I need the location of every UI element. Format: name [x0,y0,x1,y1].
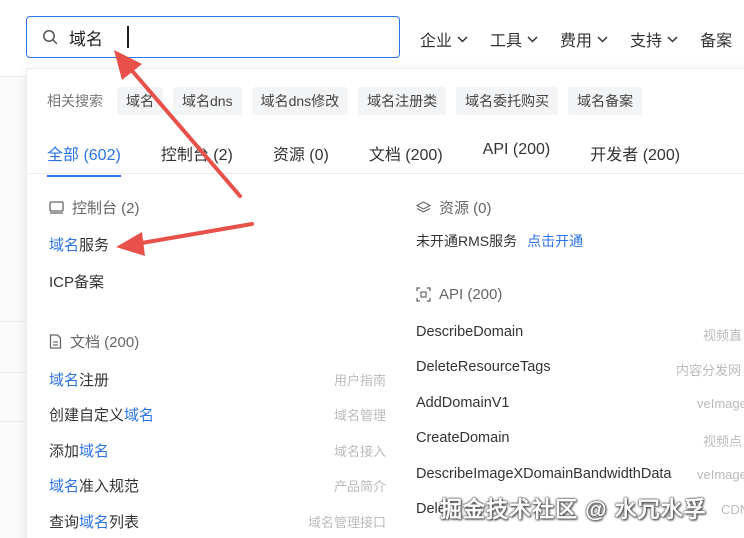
keyword-highlight: 域名 [124,407,155,424]
document-icon [49,334,62,349]
top-nav: 企业 工具 费用 支持 备案 [420,27,744,51]
tab-api[interactable]: API (200) [483,141,551,165]
resources-status: 未开通RMS服务 点击开通 [416,231,583,251]
result-text: 列表 [109,514,140,531]
api-icon [416,287,431,302]
related-tag[interactable]: 域名备案 [568,87,643,115]
chevron-down-icon [457,35,468,43]
result-text: 服务 [79,237,110,254]
search-box[interactable] [26,16,400,58]
api-result-item[interactable]: DescribeDomain [416,324,523,340]
top-bar: 企业 工具 费用 支持 备案 [0,0,744,76]
result-text: 查询 [49,514,80,531]
search-icon [43,30,58,45]
api-category: veImage [697,467,744,482]
api-category: CDN [721,502,744,517]
tab-docs[interactable]: 文档 (200) [369,141,443,165]
chevron-down-icon [527,35,538,43]
console-result-item[interactable]: 域名服务 [49,234,109,255]
doc-category: 域名接入 [333,444,386,459]
api-result-item[interactable]: CreateDomain [416,430,510,446]
result-text: 准入规范 [79,478,140,495]
tab-resources[interactable]: 资源 (0) [273,141,329,165]
doc-result-item[interactable]: 域名注册 [49,369,109,390]
related-tag[interactable]: 域名dns [173,87,242,115]
nav-item-label: 费用 [560,33,593,50]
result-text: 添加 [49,443,80,460]
doc-category: 产品简介 [333,479,386,494]
nav-item-enterprise[interactable]: 企业 [420,27,468,51]
api-category: veImage [697,396,744,411]
nav-item-filing[interactable]: 备案 [700,27,732,51]
resources-section-header: 资源 (0) [416,197,492,218]
nav-item-tools[interactable]: 工具 [490,27,538,51]
api-category: 内容分发网 [676,363,742,378]
doc-result-item[interactable]: 添加域名 [49,440,109,461]
keyword-highlight: 域名 [49,237,80,254]
doc-result-item[interactable]: 域名准入规范 [49,475,139,496]
background-page-strip [0,76,26,538]
doc-result-item[interactable]: 创建自定义域名 [49,404,154,425]
api-section-header: API (200) [416,286,502,303]
chevron-down-icon [667,35,678,43]
related-tag[interactable]: 域名注册类 [358,87,447,115]
api-category: 视频点 [703,434,743,449]
doc-category: 域名管理接口 [307,515,386,530]
doc-category: 用户指南 [333,373,386,388]
tab-all[interactable]: 全部 (602) [47,141,121,177]
nav-item-support[interactable]: 支持 [630,27,678,51]
result-tabs: 全部 (602) 控制台 (2) 资源 (0) 文档 (200) API (20… [47,141,720,177]
search-input[interactable] [69,25,389,49]
search-results-panel: 相关搜索 域名 域名dns 域名dns修改 域名注册类 域名委托购买 域名备案 … [26,68,744,538]
console-section-header: 控制台 (2) [49,197,140,218]
console-section-title: 控制台 (2) [72,200,140,217]
keyword-highlight: 域名 [79,443,110,460]
console-result-item[interactable]: ICP备案 [49,271,104,292]
docs-section-header: 文档 (200) [49,331,139,352]
keyword-highlight: 域名 [79,514,110,531]
watermark: 掘金技术社区 @ 水冗水孚 [440,497,707,522]
nav-item-label: 支持 [630,33,663,50]
api-section-title: API (200) [439,286,503,303]
nav-item-label: 备案 [700,33,733,50]
resources-status-text: 未开通RMS服务 [416,233,518,249]
related-searches-label: 相关搜索 [47,93,103,109]
chevron-down-icon [597,35,608,43]
nav-item-pricing[interactable]: 费用 [560,27,608,51]
text-caret [127,26,129,48]
monitor-icon [49,201,64,214]
tabs-divider [27,173,744,174]
layers-icon [416,200,431,213]
result-text: 创建自定义 [49,407,125,424]
api-result-item[interactable]: AddDomainV1 [416,395,510,411]
related-tag[interactable]: 域名委托购买 [456,87,559,115]
doc-result-item[interactable]: 查询域名列表 [49,511,139,532]
nav-item-label: 企业 [420,33,453,50]
doc-category: 域名管理 [333,408,386,423]
keyword-highlight: 域名 [49,478,80,495]
docs-section-title: 文档 (200) [70,334,140,351]
related-searches: 相关搜索 域名 域名dns 域名dns修改 域名注册类 域名委托购买 域名备案 [47,87,652,115]
tab-developers[interactable]: 开发者 (200) [590,141,680,165]
keyword-highlight: 域名 [49,372,80,389]
result-text: 注册 [79,372,110,389]
resources-section-title: 资源 (0) [439,200,492,217]
tab-console[interactable]: 控制台 (2) [161,141,233,165]
related-tag[interactable]: 域名dns修改 [251,87,349,115]
api-result-item[interactable]: DescribeImageXDomainBandwidthData [416,466,672,482]
related-tag[interactable]: 域名 [117,87,163,115]
api-result-item[interactable]: DeleteResourceTags [416,359,551,375]
result-text: ICP备案 [49,274,105,291]
api-category: 视频直 [703,328,743,343]
activate-link[interactable]: 点击开通 [527,233,583,249]
nav-item-label: 工具 [490,33,523,50]
